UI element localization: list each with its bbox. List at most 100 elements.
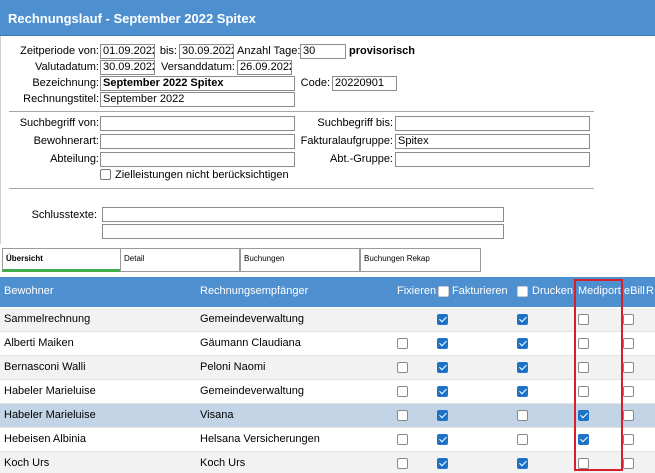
fakturalaufgruppe-label: Fakturalaufgruppe: xyxy=(300,135,393,147)
drucken-checkbox[interactable] xyxy=(517,410,528,421)
tab-detail[interactable]: Detail xyxy=(120,248,240,272)
col-rechnungsempfaenger[interactable]: Rechnungsempfänger xyxy=(200,285,308,297)
schlusstexte-field-1[interactable] xyxy=(102,207,504,222)
table-row[interactable]: Habeler Marieluise Visana xyxy=(0,404,655,428)
fakturieren-checkbox[interactable] xyxy=(437,338,448,349)
code-field[interactable]: 20220901 xyxy=(332,76,397,91)
col-fakturieren[interactable]: Fakturieren xyxy=(452,285,508,297)
suchbegriff-bis-label: Suchbegriff bis: xyxy=(317,117,393,129)
mediport-checkbox[interactable] xyxy=(578,434,589,445)
empfaenger-cell: Helsana Versicherungen xyxy=(200,433,320,445)
empfaenger-cell: Peloni Naomi xyxy=(200,361,266,373)
ebill-checkbox[interactable] xyxy=(623,338,634,349)
zeitperiode-von-field[interactable]: 01.09.2022 xyxy=(100,44,155,59)
drucken-checkbox[interactable] xyxy=(517,362,528,373)
bewohner-cell: Koch Urs xyxy=(4,457,50,469)
versanddatum-label: Versanddatum: xyxy=(161,61,235,73)
fixieren-checkbox[interactable] xyxy=(397,458,408,469)
empfaenger-cell: Koch Urs xyxy=(200,457,246,469)
suchbegriff-von-field[interactable] xyxy=(100,116,295,131)
separator xyxy=(9,111,594,112)
empfaenger-cell: Visana xyxy=(200,409,234,421)
drucken-checkbox[interactable] xyxy=(517,458,528,469)
table-row[interactable]: Alberti Maiken Gäumann Claudiana xyxy=(0,332,655,356)
fakturieren-checkbox[interactable] xyxy=(437,314,448,325)
ebill-checkbox[interactable] xyxy=(623,434,634,445)
mediport-checkbox[interactable] xyxy=(578,314,589,325)
table-row[interactable]: Hebeisen Albinia Helsana Versicherungen xyxy=(0,428,655,452)
rechnungstitel-field[interactable]: September 2022 xyxy=(100,92,295,107)
fakturieren-checkbox[interactable] xyxy=(437,410,448,421)
status-label: provisorisch xyxy=(349,45,416,57)
mediport-checkbox[interactable] xyxy=(578,386,589,397)
drucken-checkbox[interactable] xyxy=(517,434,528,445)
table-row[interactable]: Koch Urs Koch Urs xyxy=(0,452,655,473)
ebill-checkbox[interactable] xyxy=(623,410,634,421)
col-ebill[interactable]: eBill xyxy=(624,285,645,297)
drucken-checkbox[interactable] xyxy=(517,314,528,325)
fixieren-checkbox[interactable] xyxy=(397,434,408,445)
separator xyxy=(9,188,594,189)
zielleistungen-checkbox[interactable] xyxy=(100,169,111,180)
fixieren-checkbox[interactable] xyxy=(397,362,408,373)
fakturieren-all-checkbox[interactable] xyxy=(438,286,449,297)
bezeichnung-label: Bezeichnung: xyxy=(32,77,99,89)
drucken-checkbox[interactable] xyxy=(517,386,528,397)
empfaenger-cell: Gemeindeverwaltung xyxy=(200,313,304,325)
fixieren-checkbox[interactable] xyxy=(397,338,408,349)
col-bewohner[interactable]: Bewohner xyxy=(4,285,54,297)
valutadatum-field[interactable]: 30.09.2022 xyxy=(100,60,155,75)
abteilung-label: Abteilung: xyxy=(50,153,99,165)
bewohnerart-label: Bewohnerart: xyxy=(33,135,99,147)
versanddatum-field[interactable]: 26.09.2022 xyxy=(237,60,292,75)
bewohner-cell: Alberti Maiken xyxy=(4,337,74,349)
abt-gruppe-field[interactable] xyxy=(395,152,590,167)
col-mediport[interactable]: Mediport xyxy=(578,285,621,297)
drucken-all-checkbox[interactable] xyxy=(517,286,528,297)
bewohnerart-field[interactable] xyxy=(100,134,295,149)
bewohner-cell: Bernasconi Walli xyxy=(4,361,86,373)
table-row[interactable]: Sammelrechnung Gemeindeverwaltung xyxy=(0,308,655,332)
drucken-checkbox[interactable] xyxy=(517,338,528,349)
code-label: Code: xyxy=(300,77,330,89)
fixieren-checkbox[interactable] xyxy=(397,386,408,397)
table-row[interactable]: Habeler Marieluise Gemeindeverwaltung xyxy=(0,380,655,404)
form-panel: Zeitperiode von: 01.09.2022 bis: 30.09.2… xyxy=(0,36,655,244)
fakturieren-checkbox[interactable] xyxy=(437,434,448,445)
ebill-checkbox[interactable] xyxy=(623,362,634,373)
abteilung-field[interactable] xyxy=(100,152,295,167)
fakturalaufgruppe-field[interactable]: Spitex xyxy=(395,134,590,149)
fakturieren-checkbox[interactable] xyxy=(437,458,448,469)
bis-field[interactable]: 30.09.2022 xyxy=(179,44,234,59)
zeitperiode-von-label: Zeitperiode von: xyxy=(20,45,99,57)
empfaenger-cell: Gäumann Claudiana xyxy=(200,337,301,349)
bezeichnung-field[interactable]: September 2022 Spitex xyxy=(100,76,295,91)
suchbegriff-bis-field[interactable] xyxy=(395,116,590,131)
bis-label: bis: xyxy=(159,45,177,57)
abt-gruppe-label: Abt.-Gruppe: xyxy=(330,153,393,165)
tab-buchungen[interactable]: Buchungen xyxy=(240,248,360,272)
col-fixieren[interactable]: Fixieren xyxy=(397,285,436,297)
tab-uebersicht[interactable]: Übersicht xyxy=(2,248,121,272)
schlusstexte-field-2[interactable] xyxy=(102,224,504,239)
bewohner-cell: Habeler Marieluise xyxy=(4,385,96,397)
mediport-checkbox[interactable] xyxy=(578,362,589,373)
ebill-checkbox[interactable] xyxy=(623,458,634,469)
table-row[interactable]: Bernasconi Walli Peloni Naomi xyxy=(0,356,655,380)
empfaenger-cell: Gemeindeverwaltung xyxy=(200,385,304,397)
mediport-checkbox[interactable] xyxy=(578,410,589,421)
mediport-checkbox[interactable] xyxy=(578,338,589,349)
mediport-checkbox[interactable] xyxy=(578,458,589,469)
fixieren-checkbox[interactable] xyxy=(397,410,408,421)
zielleistungen-label: Zielleistungen nicht berücksichtigen xyxy=(115,169,289,181)
ebill-checkbox[interactable] xyxy=(623,386,634,397)
anzahl-tage-field[interactable]: 30 xyxy=(300,44,346,59)
tab-buchungen-rekap[interactable]: Buchungen Rekap xyxy=(360,248,481,272)
col-r[interactable]: R xyxy=(646,285,654,297)
ebill-checkbox[interactable] xyxy=(623,314,634,325)
schlusstexte-label: Schlusstexte: xyxy=(31,209,97,221)
fakturieren-checkbox[interactable] xyxy=(437,386,448,397)
fakturieren-checkbox[interactable] xyxy=(437,362,448,373)
col-drucken[interactable]: Drucken xyxy=(532,285,573,297)
window-title: Rechnungslauf - September 2022 Spitex xyxy=(8,11,256,26)
